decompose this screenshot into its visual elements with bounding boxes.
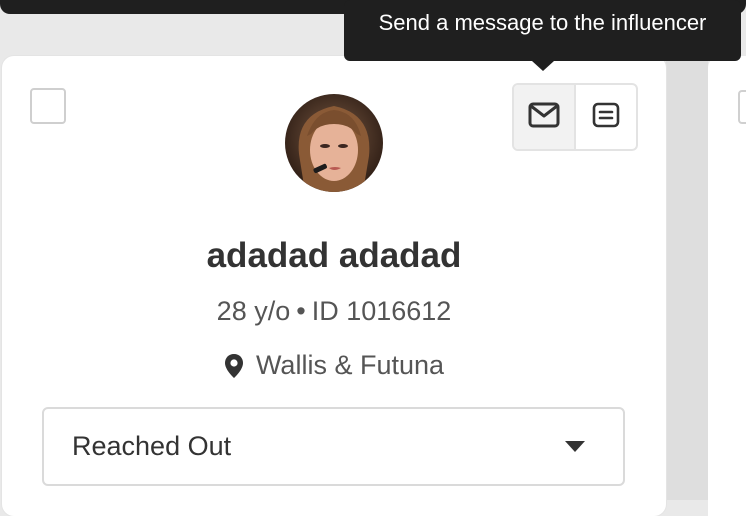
select-checkbox[interactable] [30, 88, 66, 124]
status-dropdown-value: Reached Out [72, 431, 232, 461]
caret-down-icon [565, 441, 585, 452]
influencer-name: adadad adadad [206, 236, 462, 275]
notes-button[interactable] [576, 85, 636, 149]
meta-separator: • [296, 296, 306, 326]
location-row: Wallis & Futuna [2, 350, 666, 381]
avatar [285, 94, 383, 192]
tooltip-arrow [532, 61, 554, 71]
influencer-meta: 28 y/o • ID 1016612 [2, 296, 666, 327]
notes-icon [592, 102, 620, 133]
location-label: Wallis & Futuna [255, 350, 445, 380]
influencer-card: adadad adadad 28 y/o • ID 1016612 Wallis &… [2, 56, 666, 516]
status-dropdown[interactable]: Reached Out [42, 407, 625, 486]
next-influencer-card [708, 56, 746, 516]
next-card-checkbox[interactable] [738, 90, 746, 124]
send-message-tooltip: Send a message to the influencer [344, 0, 741, 61]
send-message-button[interactable] [514, 85, 576, 149]
location-pin-icon [224, 353, 246, 379]
age-label: 28 y/o [216, 296, 291, 326]
card-action-group [512, 83, 638, 151]
mail-icon [528, 102, 560, 133]
column-gap [666, 56, 708, 500]
id-label: ID 1016612 [311, 296, 452, 326]
